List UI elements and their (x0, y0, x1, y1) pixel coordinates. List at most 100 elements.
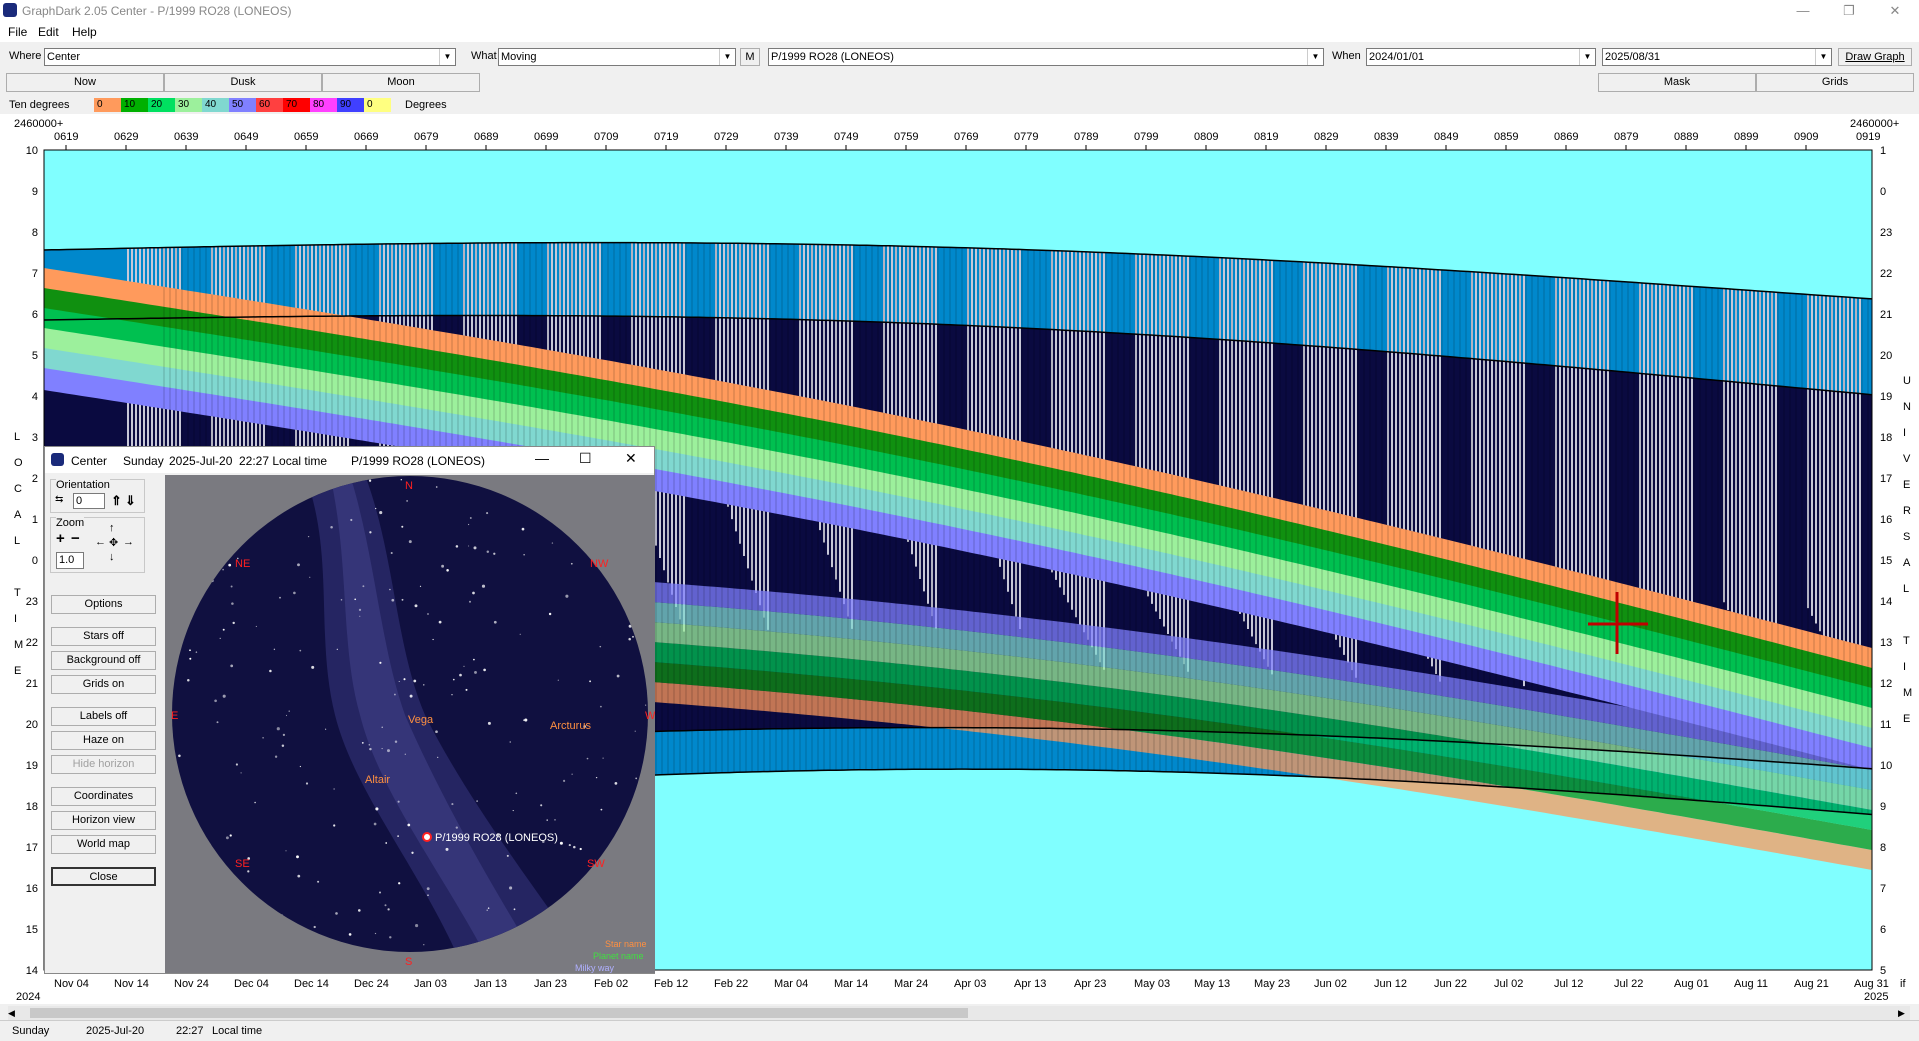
menu-help[interactable]: Help (72, 25, 97, 39)
draw-graph-button[interactable]: Draw Graph (1838, 48, 1912, 66)
star (519, 633, 521, 635)
chevron-down-icon[interactable]: ▼ (1307, 49, 1323, 65)
object-combo[interactable]: P/1999 RO28 (LONEOS) ▼ (768, 48, 1324, 66)
zoom-group: Zoom + − 1.0 ↑ ← ✥ → ↓ (50, 517, 145, 573)
orientation-group: Orientation ⇆ 0 ⇑ ⇓ (50, 479, 145, 513)
menu-edit[interactable]: Edit (38, 25, 59, 39)
chevron-down-icon[interactable]: ▼ (1815, 49, 1831, 65)
when-end-value: 2025/08/31 (1605, 51, 1661, 63)
zoom-in-icon[interactable]: + (56, 530, 65, 547)
haze-on-button[interactable]: Haze on (51, 731, 156, 750)
star (515, 792, 518, 795)
star (293, 591, 296, 595)
sky-map[interactable]: N NW W SW S SE E NE Vega Arcturus Altair… (165, 475, 655, 973)
jd-tick-label: 0689 (474, 131, 498, 143)
hide-horizon-button[interactable]: Hide horizon (51, 755, 156, 774)
sky-minimize-button[interactable]: — (535, 450, 549, 466)
star (486, 909, 488, 911)
tab-moon[interactable]: Moon (322, 73, 480, 92)
background-off-button[interactable]: Background off (51, 651, 156, 670)
pan-up-icon[interactable]: ↑ (109, 522, 115, 534)
corner-label: if (1900, 978, 1906, 990)
compass-e: E (171, 710, 178, 722)
orientation-input[interactable]: 0 (73, 493, 105, 509)
scroll-right-icon[interactable]: ▶ (1898, 1008, 1908, 1018)
date-tick-label: Jun 02 (1314, 978, 1347, 990)
star (540, 804, 543, 807)
world-map-button[interactable]: World map (51, 835, 156, 854)
star (307, 535, 310, 538)
pan-left-icon[interactable]: ← (95, 536, 106, 548)
star (404, 753, 406, 755)
where-combo[interactable]: Center ▼ (44, 48, 456, 66)
tab-mask[interactable]: Mask (1598, 73, 1756, 92)
m-button[interactable]: M (740, 48, 760, 66)
horizon-view-button[interactable]: Horizon view (51, 811, 156, 830)
chevron-down-icon[interactable]: ▼ (719, 49, 735, 65)
orientation-up-icon[interactable]: ⇑ (111, 493, 122, 509)
left-axis-title-letter: L (14, 535, 20, 547)
date-tick-label: Nov 24 (174, 978, 209, 990)
chevron-down-icon[interactable]: ▼ (439, 49, 455, 65)
key-milky-way: Milky way (575, 963, 615, 973)
star (472, 591, 475, 595)
pan-down-icon[interactable]: ↓ (109, 551, 115, 563)
star (411, 851, 414, 854)
star (374, 932, 377, 935)
when-start-combo[interactable]: 2024/01/01 ▼ (1366, 48, 1596, 66)
star (379, 511, 383, 515)
chevron-down-icon[interactable]: ▼ (1579, 49, 1595, 65)
star (279, 596, 281, 599)
star (632, 635, 634, 638)
star (573, 845, 576, 849)
tab-dusk[interactable]: Dusk (164, 73, 322, 92)
maximize-button[interactable]: ❐ (1826, 0, 1872, 22)
zoom-input[interactable]: 1.0 (56, 552, 84, 569)
scroll-thumb[interactable] (30, 1008, 968, 1018)
scroll-left-icon[interactable]: ◀ (8, 1008, 18, 1018)
stars-off-button[interactable]: Stars off (51, 627, 156, 646)
sky-close-button[interactable]: ✕ (625, 450, 637, 467)
star (415, 924, 419, 928)
star (390, 551, 393, 555)
star (426, 887, 430, 891)
star (559, 841, 563, 845)
what-combo[interactable]: Moving ▼ (498, 48, 736, 66)
star (599, 645, 602, 648)
zoom-out-icon[interactable]: − (71, 530, 80, 547)
comet-marker[interactable] (422, 832, 432, 842)
minimize-button[interactable]: — (1780, 0, 1826, 22)
star (397, 800, 400, 803)
grids-on-button[interactable]: Grids on (51, 675, 156, 694)
star (232, 621, 235, 625)
right-axis-title-letter: S (1903, 531, 1910, 543)
star (437, 756, 439, 759)
left-axis-title-letter: M (14, 639, 23, 651)
right-tick-label: 5 (1880, 965, 1886, 977)
star (435, 730, 438, 734)
right-axis-title-letter: R (1903, 505, 1911, 517)
coordinates-button[interactable]: Coordinates (51, 787, 156, 806)
horizontal-scrollbar[interactable]: ◀ ▶ (8, 1006, 1910, 1020)
when-end-combo[interactable]: 2025/08/31 ▼ (1602, 48, 1832, 66)
tab-grids[interactable]: Grids (1756, 73, 1914, 92)
close-button[interactable]: ✕ (1872, 0, 1918, 22)
jd-tick-label: 0719 (654, 131, 678, 143)
sky-view-window[interactable]: Center Sunday 2025-Jul-20 22:27 Local ti… (44, 446, 655, 974)
toolbar: Where Center ▼ What Moving ▼ M P/1999 RO28… (0, 44, 1919, 70)
labels-off-button[interactable]: Labels off (51, 707, 156, 726)
options-button[interactable]: Options (51, 595, 156, 614)
star (375, 507, 377, 510)
date-tick-label: Jul 22 (1614, 978, 1643, 990)
right-tick-label: 19 (1880, 391, 1892, 403)
menu-file[interactable]: File (8, 25, 27, 39)
tab-now[interactable]: Now (6, 73, 164, 92)
sky-maximize-button[interactable]: ☐ (579, 450, 592, 467)
pan-right-icon[interactable]: → (123, 536, 134, 548)
star (375, 807, 379, 811)
orientation-down-icon[interactable]: ⇓ (125, 493, 136, 509)
pan-center-icon[interactable]: ✥ (109, 536, 118, 549)
star (340, 599, 343, 601)
close-sky-button[interactable]: Close (51, 867, 156, 886)
rotate-icon[interactable]: ⇆ (55, 494, 63, 505)
